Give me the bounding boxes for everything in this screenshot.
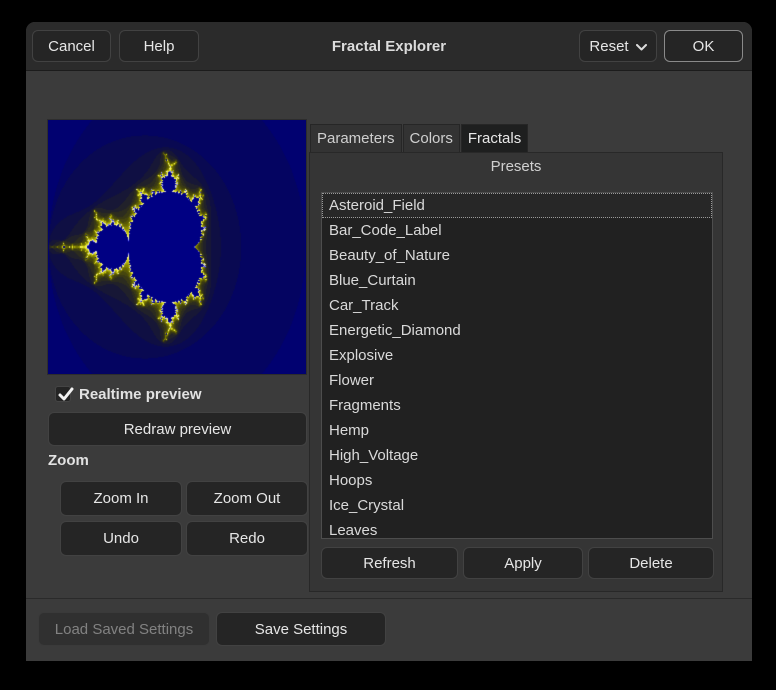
preset-list-item[interactable]: Asteroid_Field <box>322 193 712 218</box>
presets-list[interactable]: Asteroid_FieldBar_Code_LabelBeauty_of_Na… <box>321 192 713 539</box>
undo-button[interactable]: Undo <box>60 521 182 556</box>
realtime-preview-checkbox[interactable] <box>55 386 71 402</box>
preset-list-item[interactable]: Energetic_Diamond <box>322 318 712 343</box>
preset-list-item[interactable]: Ice_Crystal <box>322 493 712 518</box>
cancel-button-label: Cancel <box>48 38 95 55</box>
preset-list-item[interactable]: Bar_Code_Label <box>322 218 712 243</box>
refresh-label: Refresh <box>363 555 416 572</box>
preset-list-item[interactable]: Flower <box>322 368 712 393</box>
save-settings-button[interactable]: Save Settings <box>216 612 386 646</box>
preset-list-item[interactable]: Hoops <box>322 468 712 493</box>
redo-label: Redo <box>229 530 265 547</box>
ok-button[interactable]: OK <box>664 30 743 62</box>
fractal-preview-frame <box>47 119 307 375</box>
load-saved-settings-button[interactable]: Load Saved Settings <box>38 612 210 646</box>
zoom-out-button[interactable]: Zoom Out <box>186 481 308 516</box>
preset-list-item[interactable]: Blue_Curtain <box>322 268 712 293</box>
notebook-tab-strip: Parameters Colors Fractals <box>310 124 529 152</box>
tab-fractals-label: Fractals <box>468 130 521 147</box>
save-settings-label: Save Settings <box>255 621 348 638</box>
redo-button[interactable]: Redo <box>186 521 308 556</box>
fractal-explorer-dialog: Cancel Help Fractal Explorer Reset OK Re… <box>26 22 752 661</box>
presets-heading: Presets <box>310 158 722 175</box>
apply-label: Apply <box>504 555 542 572</box>
fractal-preview-canvas[interactable] <box>48 120 306 374</box>
reset-dropdown-button[interactable]: Reset <box>579 30 657 62</box>
tab-colors[interactable]: Colors <box>403 124 460 152</box>
preset-list-item[interactable]: Car_Track <box>322 293 712 318</box>
delete-button[interactable]: Delete <box>588 547 714 579</box>
titlebar[interactable]: Cancel Help Fractal Explorer Reset OK <box>26 22 752 71</box>
refresh-button[interactable]: Refresh <box>321 547 458 579</box>
zoom-section-label: Zoom <box>48 452 89 469</box>
preset-list-item[interactable]: Fragments <box>322 393 712 418</box>
redraw-preview-label: Redraw preview <box>124 421 232 438</box>
delete-label: Delete <box>629 555 672 572</box>
undo-label: Undo <box>103 530 139 547</box>
checkmark-icon <box>56 386 74 404</box>
tab-colors-label: Colors <box>410 130 453 147</box>
realtime-preview-checkbox-row[interactable]: Realtime preview <box>55 385 202 403</box>
preset-list-item[interactable]: Hemp <box>322 418 712 443</box>
tab-parameters-label: Parameters <box>317 130 395 147</box>
help-button[interactable]: Help <box>119 30 199 62</box>
preset-list-item[interactable]: High_Voltage <box>322 443 712 468</box>
desktop-background: Cancel Help Fractal Explorer Reset OK Re… <box>0 0 776 690</box>
reset-button-label: Reset <box>589 38 628 55</box>
load-saved-settings-label: Load Saved Settings <box>55 621 193 638</box>
realtime-preview-label: Realtime preview <box>79 386 202 403</box>
ok-button-label: OK <box>693 38 715 55</box>
zoom-in-label: Zoom In <box>93 490 148 507</box>
help-button-label: Help <box>144 38 175 55</box>
preset-list-item[interactable]: Leaves <box>322 518 712 539</box>
footer-separator <box>26 598 752 599</box>
cancel-button[interactable]: Cancel <box>32 30 111 62</box>
tab-parameters[interactable]: Parameters <box>310 124 402 152</box>
preset-list-item[interactable]: Explosive <box>322 343 712 368</box>
tab-fractals[interactable]: Fractals <box>461 124 528 152</box>
chevron-down-icon <box>636 44 647 51</box>
fractals-tab-panel: Presets Asteroid_FieldBar_Code_LabelBeau… <box>309 152 723 592</box>
zoom-out-label: Zoom Out <box>214 490 281 507</box>
zoom-in-button[interactable]: Zoom In <box>60 481 182 516</box>
redraw-preview-button[interactable]: Redraw preview <box>48 412 307 446</box>
apply-button[interactable]: Apply <box>463 547 583 579</box>
preset-list-item[interactable]: Beauty_of_Nature <box>322 243 712 268</box>
